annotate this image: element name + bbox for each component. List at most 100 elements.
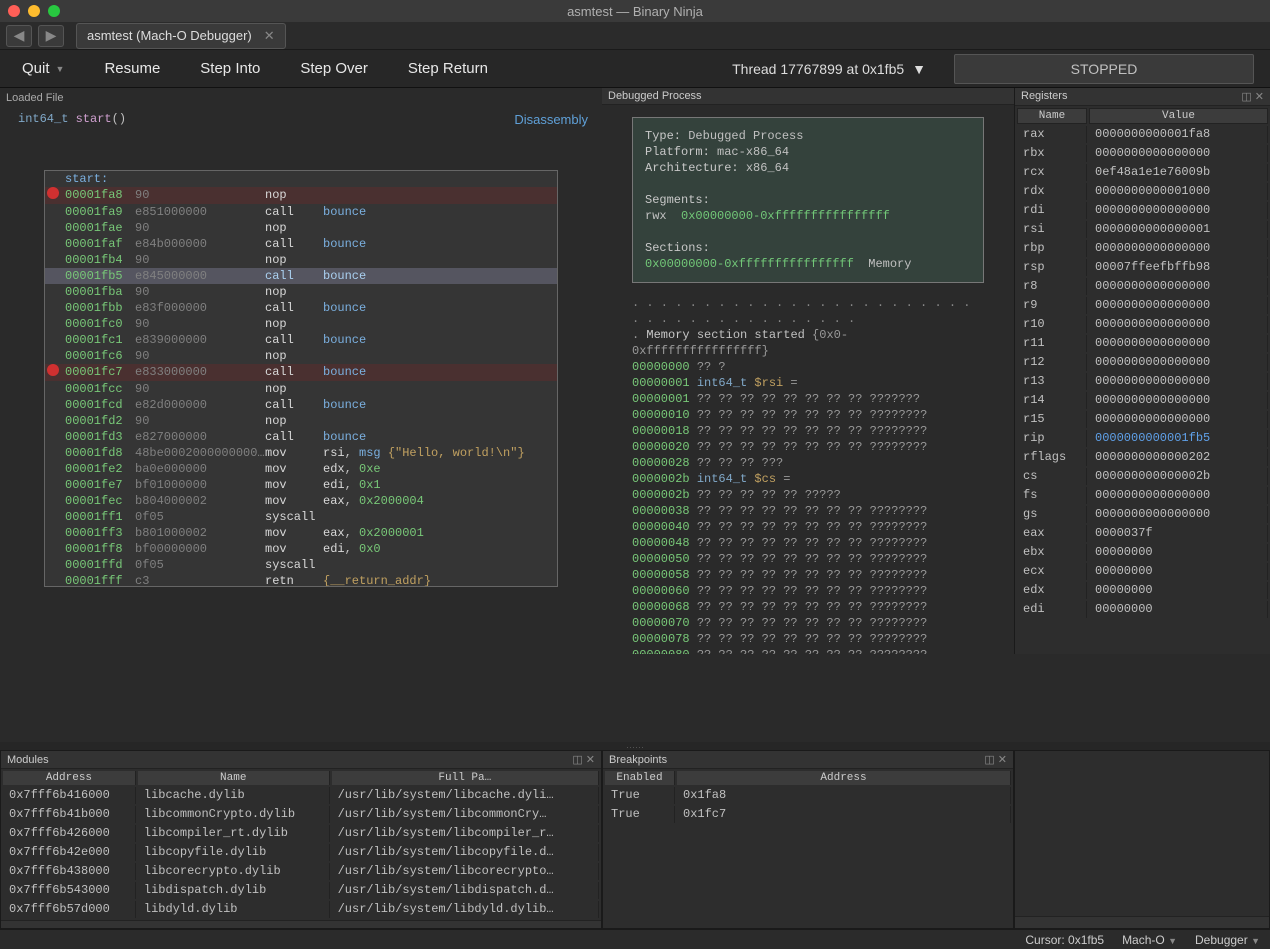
- close-tab-icon[interactable]: ✕: [264, 28, 275, 44]
- register-row[interactable]: ecx00000000: [1017, 563, 1268, 580]
- register-row[interactable]: fs0000000000000000: [1017, 487, 1268, 504]
- memory-line[interactable]: 00000068 ?? ?? ?? ?? ?? ?? ?? ?? ???????…: [632, 599, 984, 615]
- code-line[interactable]: 00001fec b804000002 mov eax, 0x2000004: [45, 493, 557, 509]
- breakpoint-icon[interactable]: [47, 187, 59, 199]
- code-listing[interactable]: start: 00001fa8 90 nop 00001fa9 e8510000…: [44, 170, 558, 587]
- register-row[interactable]: rbx0000000000000000: [1017, 145, 1268, 162]
- breakpoint-icon[interactable]: [47, 364, 59, 376]
- code-line[interactable]: 00001fc7 e833000000 call bounce: [45, 364, 557, 381]
- register-row[interactable]: gs0000000000000000: [1017, 506, 1268, 523]
- code-line[interactable]: 00001fae 90 nop: [45, 220, 557, 236]
- register-row[interactable]: rsp00007ffeefbffb98: [1017, 259, 1268, 276]
- module-row[interactable]: 0x7fff6b438000libcorecrypto.dylib/usr/li…: [3, 863, 599, 880]
- register-row[interactable]: rax0000000000001fa8: [1017, 126, 1268, 143]
- memory-line[interactable]: 00000001 int64_t $rsi =: [632, 375, 984, 391]
- register-row[interactable]: r140000000000000000: [1017, 392, 1268, 409]
- memory-line[interactable]: 00000010 ?? ?? ?? ?? ?? ?? ?? ?? ???????…: [632, 407, 984, 423]
- thread-selector[interactable]: Thread 17767899 at 0x1fb5▼: [732, 61, 926, 77]
- code-line[interactable]: 00001fd2 90 nop: [45, 413, 557, 429]
- register-row[interactable]: edx00000000: [1017, 582, 1268, 599]
- code-line[interactable]: 00001fa8 90 nop: [45, 187, 557, 204]
- code-line[interactable]: 00001ffd 0f05 syscall: [45, 557, 557, 573]
- memory-line[interactable]: 00000028 ?? ?? ?? ???: [632, 455, 984, 471]
- modules-table[interactable]: AddressNameFull Pa…0x7fff6b416000libcach…: [1, 769, 601, 920]
- memory-line[interactable]: 00000038 ?? ?? ?? ?? ?? ?? ?? ?? ???????…: [632, 503, 984, 519]
- scrollbar-horizontal[interactable]: [1015, 916, 1269, 928]
- memory-line[interactable]: 00000020 ?? ?? ?? ?? ?? ?? ?? ?? ???????…: [632, 439, 984, 455]
- memory-line[interactable]: 00000050 ?? ?? ?? ?? ?? ?? ?? ?? ???????…: [632, 551, 984, 567]
- code-line[interactable]: 00001fd3 e827000000 call bounce: [45, 429, 557, 445]
- register-row[interactable]: rdx0000000000001000: [1017, 183, 1268, 200]
- view-mode-toggle[interactable]: Disassembly: [514, 112, 588, 127]
- memory-line[interactable]: 00000078 ?? ?? ?? ?? ?? ?? ?? ?? ???????…: [632, 631, 984, 647]
- step-into-button[interactable]: Step Into: [194, 56, 266, 81]
- code-line[interactable]: 00001ff3 b801000002 mov eax, 0x2000001: [45, 525, 557, 541]
- register-row[interactable]: r100000000000000000: [1017, 316, 1268, 333]
- code-line[interactable]: 00001fcd e82d000000 call bounce: [45, 397, 557, 413]
- memory-line[interactable]: 00000058 ?? ?? ?? ?? ?? ?? ?? ?? ???????…: [632, 567, 984, 583]
- code-line[interactable]: 00001fa9 e851000000 call bounce: [45, 204, 557, 220]
- code-line[interactable]: 00001ff8 bf00000000 mov edi, 0x0: [45, 541, 557, 557]
- code-line[interactable]: 00001fc6 90 nop: [45, 348, 557, 364]
- registers-table[interactable]: NameValuerax0000000000001fa8rbx000000000…: [1015, 106, 1270, 620]
- code-line[interactable]: 00001ff1 0f05 syscall: [45, 509, 557, 525]
- register-row[interactable]: r80000000000000000: [1017, 278, 1268, 295]
- register-row[interactable]: rdi0000000000000000: [1017, 202, 1268, 219]
- memory-dump[interactable]: . . . . . . . . . . . . . . . . . . . . …: [632, 295, 984, 654]
- breakpoint-row[interactable]: True0x1fc7: [605, 806, 1011, 823]
- code-line[interactable]: 00001fb5 e845000000 call bounce: [45, 268, 557, 284]
- pane-controls-icon[interactable]: ◫ ✕: [984, 753, 1007, 766]
- register-row[interactable]: r150000000000000000: [1017, 411, 1268, 428]
- register-row[interactable]: cs000000000000002b: [1017, 468, 1268, 485]
- register-row[interactable]: r130000000000000000: [1017, 373, 1268, 390]
- register-row[interactable]: rflags0000000000000202: [1017, 449, 1268, 466]
- step-over-button[interactable]: Step Over: [294, 56, 374, 81]
- nav-forward-button[interactable]: ▶: [38, 25, 64, 47]
- register-row[interactable]: r90000000000000000: [1017, 297, 1268, 314]
- memory-line[interactable]: 0000002b ?? ?? ?? ?? ?? ?????: [632, 487, 984, 503]
- pane-controls-icon[interactable]: ◫ ✕: [1241, 90, 1264, 103]
- code-line[interactable]: 00001fe2 ba0e000000 mov edx, 0xe: [45, 461, 557, 477]
- register-row[interactable]: r120000000000000000: [1017, 354, 1268, 371]
- quit-button[interactable]: Quit▼: [16, 56, 70, 81]
- code-line[interactable]: 00001fba 90 nop: [45, 284, 557, 300]
- module-row[interactable]: 0x7fff6b42e000libcopyfile.dylib/usr/lib/…: [3, 844, 599, 861]
- memory-line[interactable]: 00000018 ?? ?? ?? ?? ?? ?? ?? ?? ???????…: [632, 423, 984, 439]
- module-row[interactable]: 0x7fff6b426000libcompiler_rt.dylib/usr/l…: [3, 825, 599, 842]
- breakpoints-table[interactable]: EnabledAddressTrue0x1fa8True0x1fc7: [603, 769, 1013, 825]
- memory-line[interactable]: 00000070 ?? ?? ?? ?? ?? ?? ?? ?? ???????…: [632, 615, 984, 631]
- splitter-horizontal[interactable]: ⋯⋯: [0, 742, 1270, 750]
- memory-line[interactable]: 00000080 ?? ?? ?? ?? ?? ?? ?? ?? ???????…: [632, 647, 984, 654]
- memory-line[interactable]: 00000001 ?? ?? ?? ?? ?? ?? ?? ?? ???????: [632, 391, 984, 407]
- register-row[interactable]: eax0000037f: [1017, 525, 1268, 542]
- register-row[interactable]: rcx0ef48a1e1e76009b: [1017, 164, 1268, 181]
- resume-button[interactable]: Resume: [98, 56, 166, 81]
- code-line[interactable]: 00001faf e84b000000 call bounce: [45, 236, 557, 252]
- module-row[interactable]: 0x7fff6b57d000libdyld.dylib/usr/lib/syst…: [3, 901, 599, 918]
- module-row[interactable]: 0x7fff6b543000libdispatch.dylib/usr/lib/…: [3, 882, 599, 899]
- code-line[interactable]: 00001fe7 bf01000000 mov edi, 0x1: [45, 477, 557, 493]
- file-tab[interactable]: asmtest (Mach-O Debugger) ✕: [76, 23, 286, 49]
- module-row[interactable]: 0x7fff6b41b000libcommonCrypto.dylib/usr/…: [3, 806, 599, 823]
- memory-line[interactable]: 00000060 ?? ?? ?? ?? ?? ?? ?? ?? ???????…: [632, 583, 984, 599]
- register-row[interactable]: edi00000000: [1017, 601, 1268, 618]
- code-line[interactable]: 00001fb4 90 nop: [45, 252, 557, 268]
- code-line[interactable]: 00001fc1 e839000000 call bounce: [45, 332, 557, 348]
- memory-line[interactable]: 00000000 ?? ?: [632, 359, 984, 375]
- code-line[interactable]: 00001fbb e83f000000 call bounce: [45, 300, 557, 316]
- memory-line[interactable]: 00000048 ?? ?? ?? ?? ?? ?? ?? ?? ???????…: [632, 535, 984, 551]
- mode-selector[interactable]: Debugger ▼: [1195, 933, 1260, 947]
- code-line[interactable]: 00001fff c3 retn {__return_addr}: [45, 573, 557, 587]
- code-line[interactable]: 00001fd8 48be0002000000000… mov rsi, msg…: [45, 445, 557, 461]
- register-row[interactable]: rip0000000000001fb5: [1017, 430, 1268, 447]
- register-row[interactable]: ebx00000000: [1017, 544, 1268, 561]
- register-row[interactable]: rbp0000000000000000: [1017, 240, 1268, 257]
- module-row[interactable]: 0x7fff6b416000libcache.dylib/usr/lib/sys…: [3, 787, 599, 804]
- memory-line[interactable]: 00000040 ?? ?? ?? ?? ?? ?? ?? ?? ???????…: [632, 519, 984, 535]
- register-row[interactable]: r110000000000000000: [1017, 335, 1268, 352]
- code-line[interactable]: 00001fc0 90 nop: [45, 316, 557, 332]
- step-return-button[interactable]: Step Return: [402, 56, 494, 81]
- breakpoint-row[interactable]: True0x1fa8: [605, 787, 1011, 804]
- nav-back-button[interactable]: ◀: [6, 25, 32, 47]
- register-row[interactable]: rsi0000000000000001: [1017, 221, 1268, 238]
